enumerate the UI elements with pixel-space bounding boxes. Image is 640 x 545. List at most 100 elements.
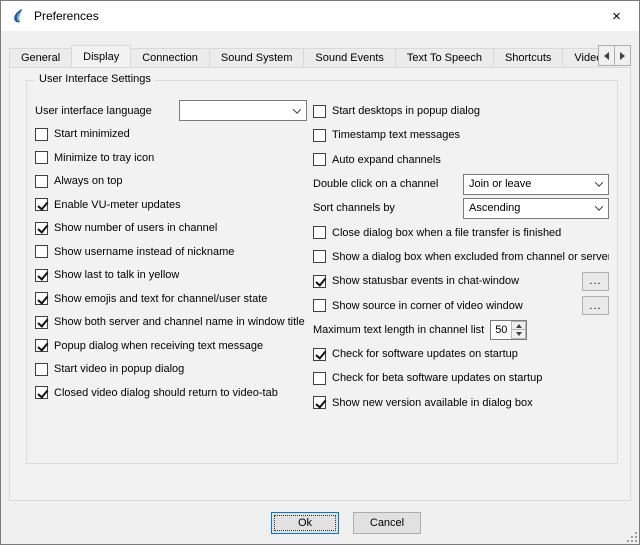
language-row: User interface language — [35, 99, 307, 123]
desktops-popup-checkbox[interactable] — [313, 105, 326, 118]
close-filetransfer-checkbox[interactable] — [313, 226, 326, 239]
close-button[interactable]: × — [594, 1, 639, 31]
window-title: Preferences — [34, 9, 99, 23]
row-video-source-corner[interactable]: Show source in corner of video window ..… — [313, 293, 609, 317]
spin-down-button[interactable] — [511, 329, 526, 339]
checkbox-label: Show last to talk in yellow — [54, 269, 179, 281]
row-last-talk-yellow[interactable]: Show last to talk in yellow — [35, 264, 307, 288]
video-return-tab-checkbox[interactable] — [35, 386, 48, 399]
video-source-options-button[interactable]: ... — [582, 296, 609, 315]
check-beta-updates-checkbox[interactable] — [313, 372, 326, 385]
checkbox-label: Show emojis and text for channel/user st… — [54, 293, 267, 305]
checkbox-label: Show a dialog box when excluded from cha… — [332, 251, 609, 263]
scroll-left-icon — [604, 52, 609, 60]
show-username-checkbox[interactable] — [35, 245, 48, 258]
preferences-window: Preferences × General Display Connection… — [0, 0, 640, 545]
row-statusbar-events[interactable]: Show statusbar events in chat-window ... — [313, 269, 609, 293]
timestamp-messages-checkbox[interactable] — [313, 129, 326, 142]
always-on-top-checkbox[interactable] — [35, 175, 48, 188]
checkbox-label: Start video in popup dialog — [54, 363, 184, 375]
tab-general[interactable]: General — [9, 48, 72, 67]
cancel-button[interactable]: Cancel — [353, 512, 421, 534]
statusbar-events-checkbox[interactable] — [313, 275, 326, 288]
language-combobox[interactable] — [179, 100, 307, 121]
row-show-username[interactable]: Show username instead of nickname — [35, 240, 307, 264]
max-text-length-spinbox[interactable]: 50 — [490, 320, 527, 340]
ok-button[interactable]: Ok — [271, 512, 339, 534]
minimize-to-tray-checkbox[interactable] — [35, 151, 48, 164]
row-close-filetransfer[interactable]: Close dialog box when a file transfer is… — [313, 220, 609, 244]
max-text-length-label: Maximum text length in channel list — [313, 324, 484, 336]
checkbox-label: Show source in corner of video window — [332, 300, 523, 312]
row-show-user-count[interactable]: Show number of users in channel — [35, 217, 307, 241]
tab-sound-system[interactable]: Sound System — [209, 48, 305, 67]
language-label: User interface language — [35, 105, 173, 117]
tab-bar: General Display Connection Sound System … — [9, 45, 631, 67]
show-user-count-checkbox[interactable] — [35, 222, 48, 235]
row-emoji-text-state[interactable]: Show emojis and text for channel/user st… — [35, 287, 307, 311]
video-source-corner-checkbox[interactable] — [313, 299, 326, 312]
row-excluded-dialog[interactable]: Show a dialog box when excluded from cha… — [313, 245, 609, 269]
auto-expand-channels-checkbox[interactable] — [313, 153, 326, 166]
row-minimize-to-tray[interactable]: Minimize to tray icon — [35, 146, 307, 170]
sort-channels-combobox[interactable]: Ascending — [463, 198, 609, 219]
right-settings-column: Start desktops in popup dialog Timestamp… — [313, 99, 609, 415]
checkbox-label: Closed video dialog should return to vid… — [54, 387, 278, 399]
tab-display[interactable]: Display — [71, 45, 131, 67]
spin-buttons — [511, 321, 526, 339]
row-vu-meter-updates[interactable]: Enable VU-meter updates — [35, 193, 307, 217]
row-popup-text-message[interactable]: Popup dialog when receiving text message — [35, 334, 307, 358]
dialog-body: General Display Connection Sound System … — [1, 31, 639, 544]
row-desktops-popup[interactable]: Start desktops in popup dialog — [313, 99, 609, 123]
combo-dropdown-icon — [288, 101, 306, 120]
checkbox-label: Show username instead of nickname — [54, 246, 234, 258]
row-video-return-tab[interactable]: Closed video dialog should return to vid… — [35, 381, 307, 405]
checkbox-label: Auto expand channels — [332, 154, 441, 166]
tab-scroll-control — [598, 45, 631, 66]
row-start-minimized[interactable]: Start minimized — [35, 123, 307, 147]
excluded-dialog-checkbox[interactable] — [313, 250, 326, 263]
check-updates-checkbox[interactable] — [313, 348, 326, 361]
checkbox-label: Show number of users in channel — [54, 222, 217, 234]
new-version-dialog-checkbox[interactable] — [313, 396, 326, 409]
vu-meter-updates-checkbox[interactable] — [35, 198, 48, 211]
tab-scroll-right-button[interactable] — [614, 45, 631, 66]
server-channel-title-checkbox[interactable] — [35, 316, 48, 329]
user-interface-settings-group: User Interface Settings User interface l… — [26, 80, 618, 464]
combo-dropdown-icon — [590, 175, 608, 194]
spin-down-icon — [516, 332, 522, 336]
row-timestamp-messages[interactable]: Timestamp text messages — [313, 123, 609, 147]
resize-grip[interactable] — [626, 531, 638, 543]
double-click-combobox[interactable]: Join or leave — [463, 174, 609, 195]
popup-text-message-checkbox[interactable] — [35, 339, 48, 352]
tab-sound-events[interactable]: Sound Events — [303, 48, 396, 67]
tab-connection[interactable]: Connection — [130, 48, 210, 67]
checkbox-label: Show new version available in dialog box — [332, 397, 533, 409]
checkbox-label: Popup dialog when receiving text message — [54, 340, 263, 352]
row-new-version-dialog[interactable]: Show new version available in dialog box — [313, 391, 609, 415]
row-server-channel-title[interactable]: Show both server and channel name in win… — [35, 311, 307, 335]
max-text-length-row: Maximum text length in channel list 50 — [313, 318, 609, 342]
tab-shortcuts[interactable]: Shortcuts — [493, 48, 563, 67]
start-minimized-checkbox[interactable] — [35, 128, 48, 141]
tab-scroll-left-button[interactable] — [598, 45, 615, 66]
statusbar-events-options-button[interactable]: ... — [582, 272, 609, 291]
checkbox-label: Check for software updates on startup — [332, 348, 518, 360]
spin-up-icon — [516, 324, 522, 328]
row-auto-expand-channels[interactable]: Auto expand channels — [313, 148, 609, 172]
row-video-popup[interactable]: Start video in popup dialog — [35, 358, 307, 382]
video-popup-checkbox[interactable] — [35, 363, 48, 376]
row-check-beta-updates[interactable]: Check for beta software updates on start… — [313, 366, 609, 390]
row-check-updates[interactable]: Check for software updates on startup — [313, 342, 609, 366]
double-click-label: Double click on a channel — [313, 178, 457, 190]
sort-channels-label: Sort channels by — [313, 202, 457, 214]
close-icon: × — [612, 8, 621, 25]
tab-text-to-speech[interactable]: Text To Speech — [395, 48, 494, 67]
checkbox-label: Minimize to tray icon — [54, 152, 154, 164]
emoji-text-state-checkbox[interactable] — [35, 292, 48, 305]
display-tab-page: User Interface Settings User interface l… — [9, 67, 631, 501]
scroll-right-icon — [620, 52, 625, 60]
row-always-on-top[interactable]: Always on top — [35, 170, 307, 194]
title-bar: Preferences × — [1, 1, 639, 31]
last-talk-yellow-checkbox[interactable] — [35, 269, 48, 282]
